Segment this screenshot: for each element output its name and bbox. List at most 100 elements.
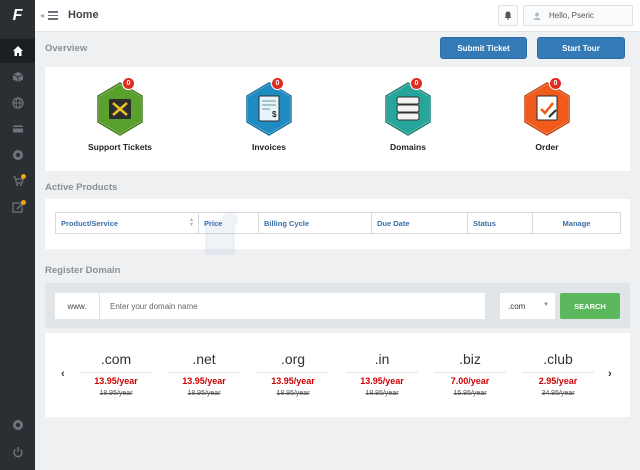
invoices-icon: $: [246, 81, 292, 137]
tld-price: 2.95/year: [538, 376, 578, 386]
products-table-header: Product/Service ▴ ▾ Price Billing Cycle D…: [55, 212, 621, 234]
domains-icon: [385, 81, 431, 137]
submit-ticket-button[interactable]: Submit Ticket: [440, 37, 527, 59]
carousel-next-icon[interactable]: ›: [608, 368, 612, 380]
domain-search-button[interactable]: SEARCH: [560, 293, 620, 319]
tld-pricing-carousel: ‹ › .com 13.95/year 18.95/year .net 13.9…: [45, 333, 630, 417]
tile-support-tickets[interactable]: 0 Support Tickets: [68, 67, 168, 167]
column-product-service[interactable]: Product/Service ▴ ▾: [56, 213, 199, 233]
page-title: Home: [68, 9, 99, 21]
globe-icon: [11, 97, 24, 109]
tld-price-card[interactable]: .biz 7.00/year 15.95/year: [434, 351, 506, 397]
lifebuoy-icon: [12, 420, 23, 430]
domains-badge: 0: [410, 77, 423, 90]
sort-icon: ▴ ▾: [189, 217, 193, 228]
logo-mark: F: [12, 7, 23, 24]
bell-icon: [504, 11, 512, 20]
hamburger-menu-icon[interactable]: [48, 11, 58, 20]
column-price[interactable]: Price: [199, 213, 259, 233]
column-manage[interactable]: Manage: [533, 213, 620, 233]
sidebar: F: [0, 0, 35, 470]
order-label: Order: [535, 142, 559, 152]
tld-name: .net: [192, 351, 216, 367]
column-due-date[interactable]: Due Date: [372, 213, 468, 233]
divider: [346, 372, 418, 373]
overview-heading: Overview: [45, 43, 88, 54]
user-avatar-icon: [533, 12, 541, 20]
tld-price: 13.95/year: [182, 376, 226, 386]
column-label: Product/Service: [61, 218, 119, 228]
column-label: Billing Cycle: [264, 218, 310, 228]
support-tickets-badge: 0: [122, 77, 135, 90]
tld-price: 13.95/year: [271, 376, 315, 386]
register-domain-heading: Register Domain: [45, 265, 121, 276]
sidebar-item-services[interactable]: [0, 65, 35, 89]
divider: [434, 372, 506, 373]
divider: [257, 372, 329, 373]
tld-old-price: 34.95/year: [541, 390, 575, 397]
domain-input[interactable]: [100, 293, 485, 319]
sidebar-item-store[interactable]: [0, 169, 35, 193]
tld-name: .in: [374, 351, 390, 367]
sidebar-item-orders[interactable]: [0, 195, 35, 219]
column-label: Status: [473, 218, 496, 228]
tld-select[interactable]: .com ▼: [500, 293, 555, 319]
tld-old-price: 15.95/year: [453, 390, 487, 397]
order-icon: [524, 81, 570, 137]
sidebar-item-home[interactable]: [0, 39, 35, 63]
tld-price: 13.95/year: [360, 376, 404, 386]
column-label: Price: [204, 218, 223, 228]
divider: [522, 372, 594, 373]
tld-price-card[interactable]: .net 13.95/year 18.95/year: [168, 351, 240, 397]
tile-domains[interactable]: 0 Domains: [356, 67, 456, 167]
credit-card-icon: [12, 125, 23, 133]
sidebar-item-logout[interactable]: [0, 440, 35, 464]
invoices-badge: 0: [271, 77, 284, 90]
sidebar-item-help[interactable]: [0, 413, 35, 437]
column-label: Due Date: [377, 218, 410, 228]
user-greeting: Hello, Pseric: [549, 11, 594, 20]
sidebar-item-billing[interactable]: [0, 117, 35, 141]
notification-dot: [21, 174, 26, 179]
support-tickets-label: Support Tickets: [87, 142, 153, 152]
topbar: ◂ Home Hello, Pseric: [35, 0, 640, 32]
power-icon: [12, 447, 23, 458]
column-label: Manage: [562, 218, 591, 228]
sidebar-item-domains[interactable]: [0, 91, 35, 115]
tld-name: .org: [280, 351, 306, 367]
tld-old-price: 18.95/year: [276, 390, 310, 397]
collapse-caret-icon[interactable]: ◂: [40, 11, 44, 20]
tld-price-card[interactable]: .com 13.95/year 18.95/year: [80, 351, 152, 397]
divider: [80, 372, 152, 373]
carousel-prev-icon[interactable]: ‹: [61, 368, 65, 380]
notifications-button[interactable]: [498, 5, 518, 26]
lifebuoy-icon: [12, 150, 23, 160]
user-menu-button[interactable]: Hello, Pseric: [523, 5, 633, 26]
active-products-heading: Active Products: [45, 182, 118, 193]
cube-icon: [12, 72, 23, 82]
domain-search-bar: www. .com ▼ SEARCH: [45, 283, 630, 328]
tld-price-card[interactable]: .club 2.95/year 34.95/year: [522, 351, 594, 397]
start-tour-button[interactable]: Start Tour: [537, 37, 625, 59]
divider: [168, 372, 240, 373]
tld-price-card[interactable]: .org 13.95/year 18.95/year: [257, 351, 329, 397]
sidebar-item-support[interactable]: [0, 143, 35, 167]
column-billing-cycle[interactable]: Billing Cycle: [259, 213, 372, 233]
column-status[interactable]: Status: [468, 213, 533, 233]
tld-selected-value: .com: [508, 301, 526, 311]
tile-order[interactable]: 0 Order: [495, 67, 595, 167]
order-badge: 0: [549, 77, 562, 90]
www-prefix: www.: [55, 293, 100, 319]
tile-invoices[interactable]: $ 0 Invoices: [217, 67, 317, 167]
brand-logo[interactable]: F: [0, 0, 35, 32]
tld-name: .biz: [459, 351, 481, 367]
notification-dot: [21, 200, 26, 205]
support-tickets-icon: [97, 81, 143, 137]
tld-old-price: 18.95/year: [99, 390, 133, 397]
tld-price-card[interactable]: .in 13.95/year 18.95/year: [346, 351, 418, 397]
tld-price: 13.95/year: [94, 376, 138, 386]
tld-price: 7.00/year: [450, 376, 490, 386]
tld-name: .club: [543, 351, 573, 367]
chevron-down-icon: ▼: [543, 302, 549, 308]
active-products-panel: Product/Service ▴ ▾ Price Billing Cycle D…: [45, 199, 630, 249]
